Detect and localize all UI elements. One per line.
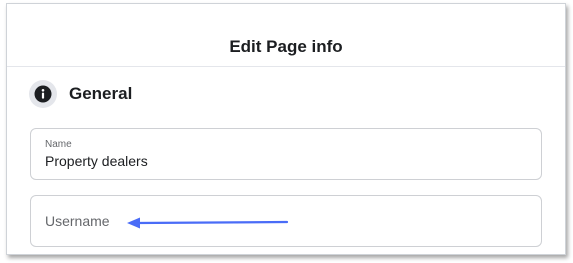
name-field-value[interactable]: Property dealers (45, 153, 148, 169)
annotation-arrow (127, 217, 289, 229)
name-field[interactable]: Name Property dealers (30, 128, 542, 180)
dialog-title: Edit Page info (229, 37, 343, 56)
username-placeholder: Username (45, 213, 110, 229)
section-title: General (69, 84, 133, 103)
edit-page-info-dialog: Edit Page info General Name Property dea… (6, 3, 566, 255)
dialog-header: Edit Page info (7, 4, 565, 67)
info-icon (29, 80, 57, 108)
screenshot-canvas: Edit Page info General Name Property dea… (0, 0, 573, 263)
general-section-header: General (29, 80, 132, 108)
name-field-label: Name (45, 139, 72, 150)
